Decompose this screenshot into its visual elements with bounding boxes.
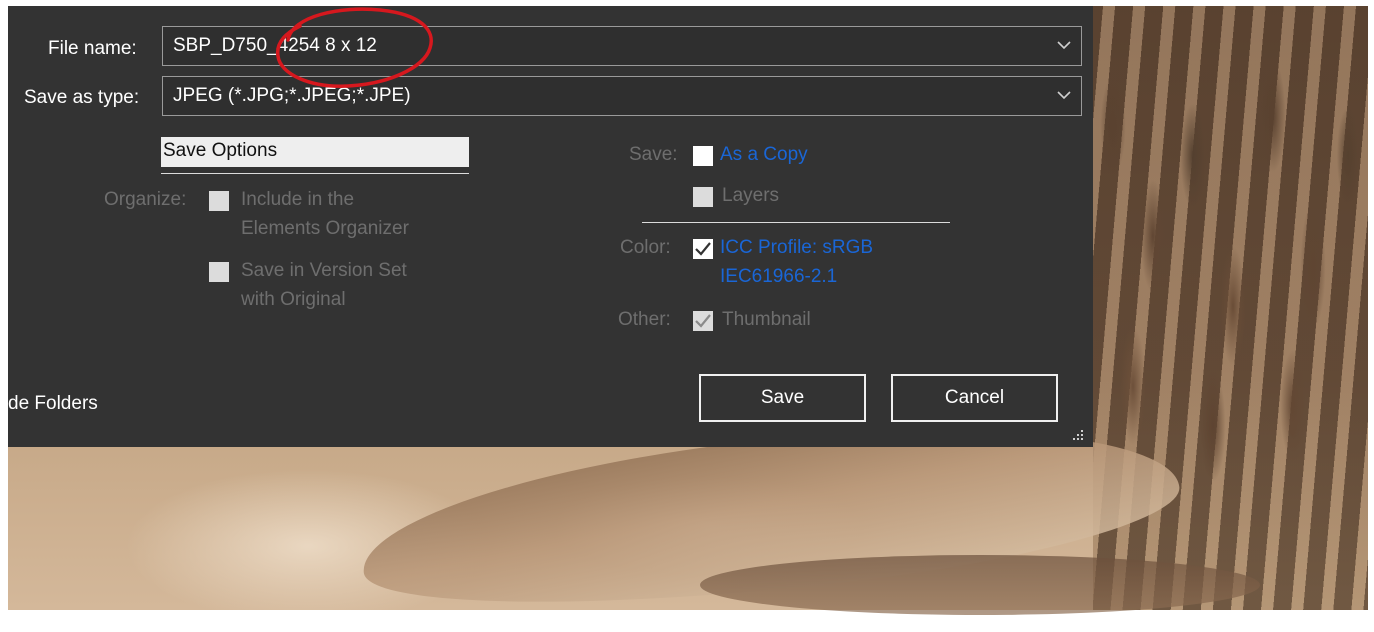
flower-petal-shadow: [700, 555, 1260, 615]
thumbnail-checkbox[interactable]: [693, 311, 713, 331]
version-set-line2: with Original: [241, 289, 346, 310]
include-organizer-line2: Elements Organizer: [241, 218, 409, 239]
layers-label: Layers: [722, 185, 780, 206]
icc-profile-line1: ICC Profile: sRGB: [720, 237, 874, 258]
icc-profile-line2: IEC61966-2.1: [720, 266, 838, 287]
other-label: Other:: [618, 309, 671, 330]
checkmark-icon: [695, 314, 711, 328]
icc-profile-checkbox[interactable]: [693, 239, 713, 259]
resize-grip-icon[interactable]: [1071, 428, 1085, 442]
layers-checkbox[interactable]: [693, 187, 713, 207]
save-options-tab[interactable]: Save Options: [161, 137, 469, 167]
chevron-down-icon[interactable]: [1057, 40, 1071, 50]
save-as-dialog: File name: SBP_D750_4254 8 x 12 Save as …: [8, 6, 1093, 447]
save-label: Save:: [629, 144, 678, 165]
color-label: Color:: [620, 237, 671, 258]
organize-label: Organize:: [104, 189, 187, 210]
red-annotation-circle: [275, 7, 433, 88]
chevron-down-icon[interactable]: [1057, 90, 1071, 100]
checkmark-icon: [695, 242, 711, 256]
save-button[interactable]: Save: [699, 374, 866, 422]
save-options-right-divider: [642, 222, 950, 223]
file-name-label: File name:: [48, 38, 137, 59]
save-options-divider: [161, 173, 469, 174]
version-set-checkbox[interactable]: [209, 262, 229, 282]
save-as-type-label: Save as type:: [24, 87, 140, 108]
version-set-line1: Save in Version Set: [241, 260, 407, 281]
thumbnail-label: Thumbnail: [722, 309, 811, 330]
include-organizer-line1: Include in the: [241, 189, 355, 210]
hide-folders-toggle[interactable]: de Folders: [8, 389, 98, 418]
as-a-copy-checkbox[interactable]: [693, 146, 713, 166]
include-organizer-checkbox[interactable]: [209, 191, 229, 211]
as-a-copy-label: As a Copy: [720, 144, 808, 165]
cancel-button[interactable]: Cancel: [891, 374, 1058, 422]
